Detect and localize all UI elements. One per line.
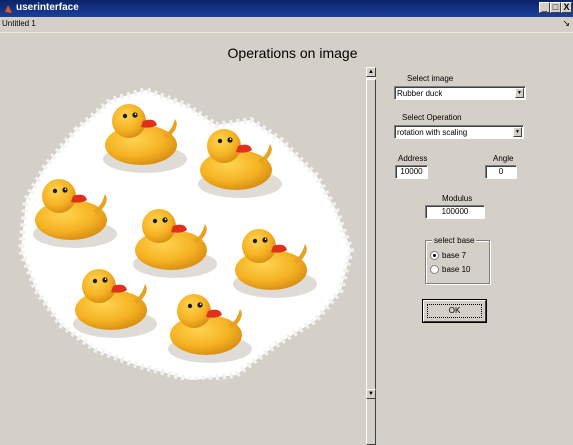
select-image-value: Rubber duck — [397, 89, 443, 98]
rubber-duck-image — [17, 86, 355, 380]
select-image-label: Select image — [407, 74, 454, 83]
radio-unchecked-icon[interactable] — [430, 265, 439, 275]
select-operation-label: Select Operation — [402, 113, 462, 122]
radio-base-7-label: base 7 — [442, 251, 467, 260]
base-group-title: select base — [432, 236, 477, 245]
select-operation-value: rotation with scaling — [397, 128, 468, 137]
radio-base-10[interactable]: base 10 — [430, 265, 471, 275]
select-image-dropdown[interactable]: Rubber duck ▼ — [394, 86, 526, 100]
address-label: Address — [398, 154, 428, 163]
close-button[interactable]: X — [561, 2, 572, 13]
select-operation-dropdown[interactable]: rotation with scaling ▼ — [394, 125, 524, 139]
radio-base-10-label: base 10 — [442, 265, 471, 274]
minimize-button[interactable]: _ — [539, 2, 550, 13]
document-bar: Untitled 1 ↘ — [0, 17, 573, 33]
image-scrollbar[interactable]: ▲ ▼ — [366, 67, 376, 445]
title-bar: userinterface _ □ X — [0, 0, 573, 17]
angle-label: Angle — [493, 154, 514, 163]
window-title: userinterface — [16, 2, 79, 13]
radio-base-7[interactable]: base 7 — [430, 251, 467, 261]
page-title: Operations on image — [227, 45, 358, 61]
pin-icon[interactable]: ↘ — [562, 18, 570, 29]
base-group: select base base 7 base 10 — [425, 236, 490, 284]
scroll-down-icon[interactable]: ▼ — [366, 389, 376, 399]
matlab-icon — [5, 5, 12, 13]
focus-rectangle — [427, 304, 482, 318]
scroll-up-icon[interactable]: ▲ — [366, 67, 376, 77]
chevron-down-icon[interactable]: ▼ — [513, 127, 522, 137]
document-name: Untitled 1 — [2, 19, 36, 28]
chevron-down-icon[interactable]: ▼ — [515, 88, 524, 98]
radio-checked-icon[interactable] — [430, 251, 439, 261]
modulus-label: Modulus — [442, 194, 473, 203]
address-field[interactable]: 10000 — [395, 165, 428, 179]
ok-button[interactable]: OK — [423, 300, 486, 322]
angle-field[interactable]: 0 — [485, 165, 517, 179]
modulus-field[interactable]: 100000 — [425, 205, 485, 219]
maximize-button[interactable]: □ — [550, 2, 561, 13]
